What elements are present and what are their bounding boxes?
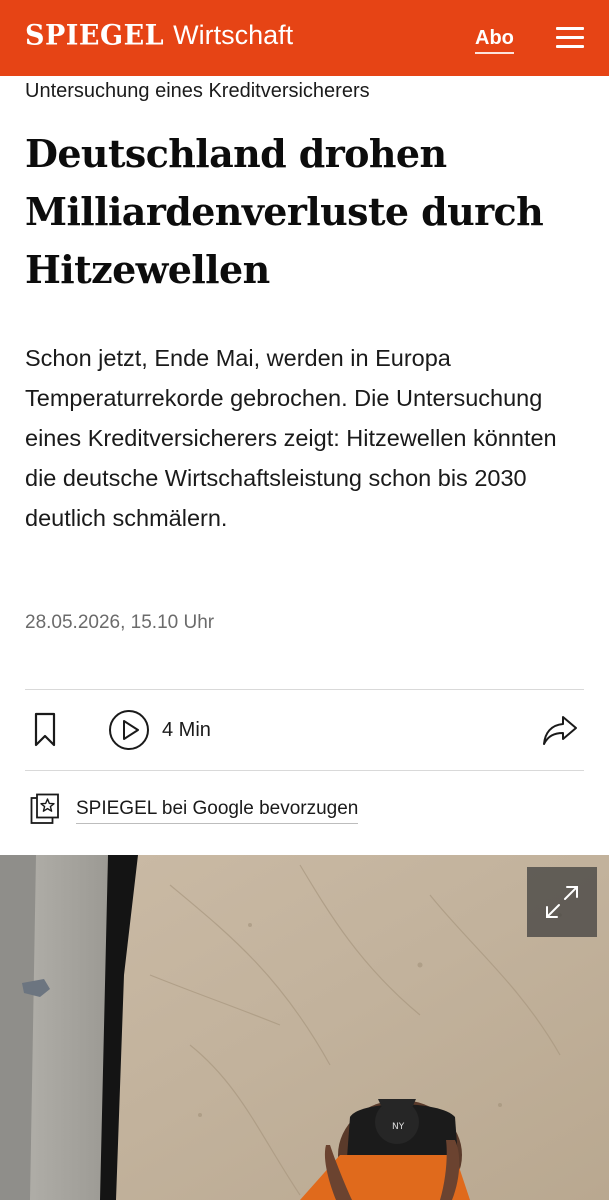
- share-arrow-icon[interactable]: [541, 713, 579, 747]
- top-navigation-bar: SPIEGEL Wirtschaft Abo: [0, 0, 609, 76]
- article-headline: Deutschland drohen Milliardenverluste du…: [25, 131, 544, 292]
- play-circle-icon[interactable]: [108, 709, 150, 751]
- section-name: Wirtschaft: [173, 20, 294, 50]
- brand-logo[interactable]: SPIEGEL Wirtschaft: [25, 19, 294, 60]
- divider: [25, 770, 584, 771]
- abo-link[interactable]: Abo: [475, 26, 514, 54]
- audio-duration[interactable]: 4 Min: [162, 719, 211, 742]
- divider: [25, 689, 584, 690]
- hero-image[interactable]: NY: [0, 855, 609, 1200]
- publish-date: 28.05.2026, 15.10 Uhr: [25, 612, 215, 633]
- article-teaser: Schon jetzt, Ende Mai, werden in Europa …: [25, 345, 557, 531]
- google-preference-link[interactable]: SPIEGEL bei Google bevorzugen: [76, 798, 359, 824]
- expand-arrows-icon[interactable]: [527, 867, 597, 937]
- hamburger-menu-icon[interactable]: [556, 27, 586, 49]
- article-kicker: Untersuchung eines Kreditversicherers: [25, 80, 370, 102]
- spiegel-wordmark: SPIEGEL: [25, 19, 165, 52]
- svg-text:NY: NY: [392, 1122, 405, 1132]
- bookmark-icon[interactable]: [32, 712, 60, 748]
- star-badge-icon: [30, 793, 60, 825]
